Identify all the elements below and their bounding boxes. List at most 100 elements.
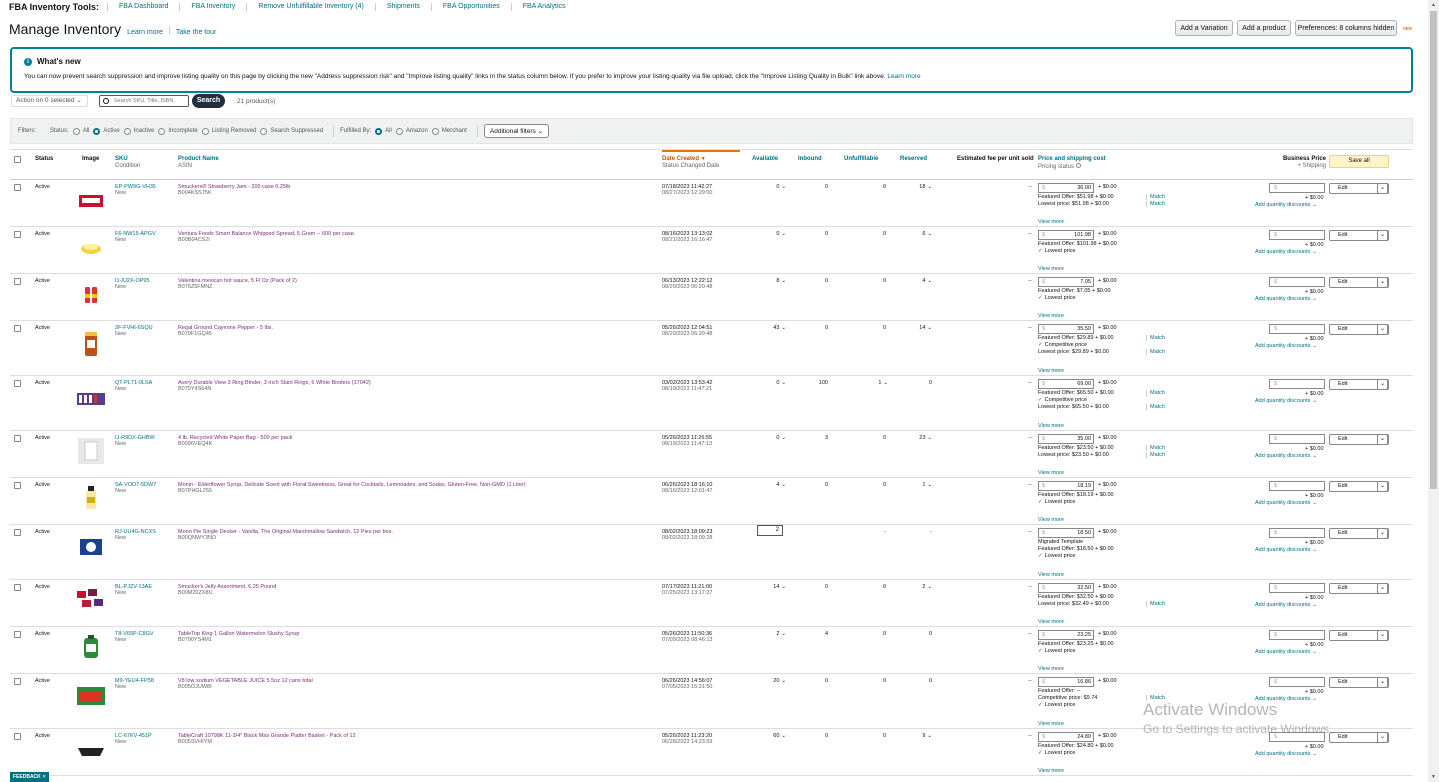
search-input[interactable]: Search SKU, Title, ISBN, (99, 95, 189, 107)
unfulfillable-dropdown[interactable]: 1 ⌄ (858, 380, 888, 386)
match-price-button[interactable]: Match (1150, 601, 1165, 607)
edit-dropdown[interactable]: Edit ⌄ (1329, 434, 1389, 445)
product-image[interactable] (76, 736, 106, 762)
nav-shipments[interactable]: Shipments (374, 3, 431, 11)
business-price-input[interactable]: $ (1269, 528, 1325, 538)
col-unfulfillable[interactable]: Unfulfillable (844, 156, 878, 162)
price-input[interactable]: $16.86 (1038, 677, 1094, 687)
nav-fba-dashboard[interactable]: FBA Dashboard (107, 3, 179, 11)
product-image[interactable] (76, 438, 106, 464)
reserved-dropdown[interactable]: 18 ⌄ (900, 184, 932, 190)
bulk-action-dropdown[interactable]: Action on 0 selected ⌄ (11, 95, 88, 107)
edit-dropdown[interactable]: Edit ⌄ (1329, 583, 1389, 594)
product-image[interactable] (76, 330, 106, 356)
chevron-down-icon[interactable]: ⌄ (1377, 434, 1388, 445)
price-input[interactable]: $23.25 (1038, 630, 1094, 640)
price-input[interactable]: $24.80 (1038, 732, 1094, 742)
edit-dropdown[interactable]: Edit ⌄ (1329, 277, 1389, 288)
row-checkbox[interactable] (14, 184, 21, 191)
available-dropdown[interactable]: 43 ⌄ (750, 325, 786, 331)
chevron-down-icon[interactable]: ⌄ (1377, 379, 1388, 390)
row-checkbox[interactable] (14, 733, 21, 740)
additional-filters-dropdown[interactable]: Additional filters ⌄ (483, 124, 550, 138)
close-icon[interactable]: ✕ (42, 774, 46, 780)
row-checkbox[interactable] (14, 435, 21, 442)
product-name-link[interactable]: Monin - Elderflower Syrup, Delicate Scen… (178, 482, 526, 488)
reserved-dropdown[interactable]: 9 ⌄ (900, 733, 932, 739)
business-price-input[interactable]: $ (1269, 230, 1325, 240)
price-input[interactable]: $35.50 (1038, 324, 1094, 334)
business-price-input[interactable]: $ (1269, 677, 1325, 687)
add-quantity-discounts-link[interactable]: Add quantity discounts ⌄ (1255, 500, 1317, 506)
add-quantity-discounts-link[interactable]: Add quantity discounts ⌄ (1255, 649, 1317, 655)
view-more-link[interactable]: View more (1038, 423, 1064, 429)
learn-more-link[interactable]: Learn more (127, 29, 163, 36)
edit-dropdown[interactable]: Edit ⌄ (1329, 732, 1389, 743)
add-quantity-discounts-link[interactable]: Add quantity discounts ⌄ (1255, 343, 1317, 349)
col-available[interactable]: Available (752, 156, 778, 162)
product-image[interactable] (76, 534, 106, 560)
view-more-link[interactable]: View more (1038, 768, 1064, 774)
match-price-button[interactable]: Match (1150, 445, 1165, 451)
business-price-input[interactable]: $ (1269, 434, 1325, 444)
view-more-link[interactable]: View more (1038, 619, 1064, 625)
match-price-button[interactable]: Match (1150, 349, 1165, 355)
row-checkbox[interactable] (14, 529, 21, 536)
view-more-link[interactable]: View more (1038, 721, 1064, 727)
view-more-link[interactable]: View more (1038, 219, 1064, 225)
price-input[interactable]: $36.00 (1038, 183, 1094, 193)
col-price[interactable]: Price and shipping cost Pricing status (1038, 156, 1106, 170)
price-input[interactable]: $7.05 (1038, 277, 1094, 287)
row-checkbox[interactable] (14, 584, 21, 591)
view-more-link[interactable]: View more (1038, 572, 1064, 578)
available-dropdown[interactable]: 14 ⌄ (750, 584, 786, 590)
col-inbound[interactable]: Inbound (798, 156, 822, 162)
reserved-dropdown[interactable]: 2 ⌄ (900, 584, 932, 590)
reserved-dropdown[interactable]: 6 ⌄ (900, 231, 932, 237)
select-all-checkbox[interactable] (14, 156, 21, 163)
product-image[interactable] (76, 485, 106, 511)
view-more-link[interactable]: View more (1038, 666, 1064, 672)
available-dropdown[interactable]: 8 ⌄ (750, 278, 786, 284)
product-image[interactable] (76, 234, 106, 260)
add-quantity-discounts-link[interactable]: Add quantity discounts ⌄ (1255, 547, 1317, 553)
chevron-down-icon[interactable]: ⌄ (1377, 583, 1388, 594)
business-price-input[interactable]: $ (1269, 324, 1325, 334)
row-checkbox[interactable] (14, 325, 21, 332)
reserved-dropdown[interactable]: 14 ⌄ (900, 325, 932, 331)
edit-dropdown[interactable]: Edit ⌄ (1329, 481, 1389, 492)
available-dropdown[interactable]: 20 ⌄ (750, 678, 786, 684)
match-price-button[interactable]: Match (1150, 390, 1165, 396)
business-price-input[interactable]: $ (1269, 630, 1325, 640)
chevron-down-icon[interactable]: ⌄ (1377, 732, 1388, 743)
chevron-down-icon[interactable]: ⌄ (1377, 324, 1388, 335)
reserved-dropdown[interactable]: 4 ⌄ (900, 278, 932, 284)
fulfilled-amazon-radio[interactable]: Amazon (395, 127, 428, 135)
reserved-dropdown[interactable]: 1 ⌄ (900, 482, 932, 488)
col-sku[interactable]: SKU Condition (115, 156, 140, 169)
col-date-created[interactable]: Date Created ▼ Status Changed Date (662, 156, 719, 169)
view-more-link[interactable]: View more (1038, 313, 1064, 319)
edit-dropdown[interactable]: Edit ⌄ (1329, 630, 1389, 641)
product-image[interactable] (76, 587, 106, 613)
business-price-input[interactable]: $ (1269, 379, 1325, 389)
edit-dropdown[interactable]: Edit ⌄ (1329, 528, 1389, 539)
add-quantity-discounts-link[interactable]: Add quantity discounts ⌄ (1255, 202, 1317, 208)
available-dropdown[interactable]: 0 ⌄ (750, 435, 786, 441)
add-quantity-discounts-link[interactable]: Add quantity discounts ⌄ (1255, 249, 1317, 255)
match-price-button[interactable]: Match (1150, 194, 1165, 200)
status-incomplete-radio[interactable]: Incomplete (158, 127, 198, 135)
fulfilled-all-radio[interactable]: All (375, 127, 392, 135)
scroll-up-icon[interactable]: ▲ (1431, 2, 1436, 8)
product-image[interactable] (76, 281, 106, 307)
price-input[interactable]: $69.00 (1038, 379, 1094, 389)
row-checkbox[interactable] (14, 482, 21, 489)
business-price-input[interactable]: $ (1269, 583, 1325, 593)
price-input[interactable]: $101.98 (1038, 230, 1094, 240)
product-image[interactable] (76, 187, 106, 213)
product-image[interactable] (76, 683, 106, 709)
nav-fba-inventory[interactable]: FBA Inventory (179, 3, 246, 11)
feedback-button[interactable]: FEEDBACK ✕ (10, 772, 50, 782)
price-input[interactable]: $18.19 (1038, 481, 1094, 491)
save-all-button[interactable]: Save all (1329, 155, 1389, 168)
